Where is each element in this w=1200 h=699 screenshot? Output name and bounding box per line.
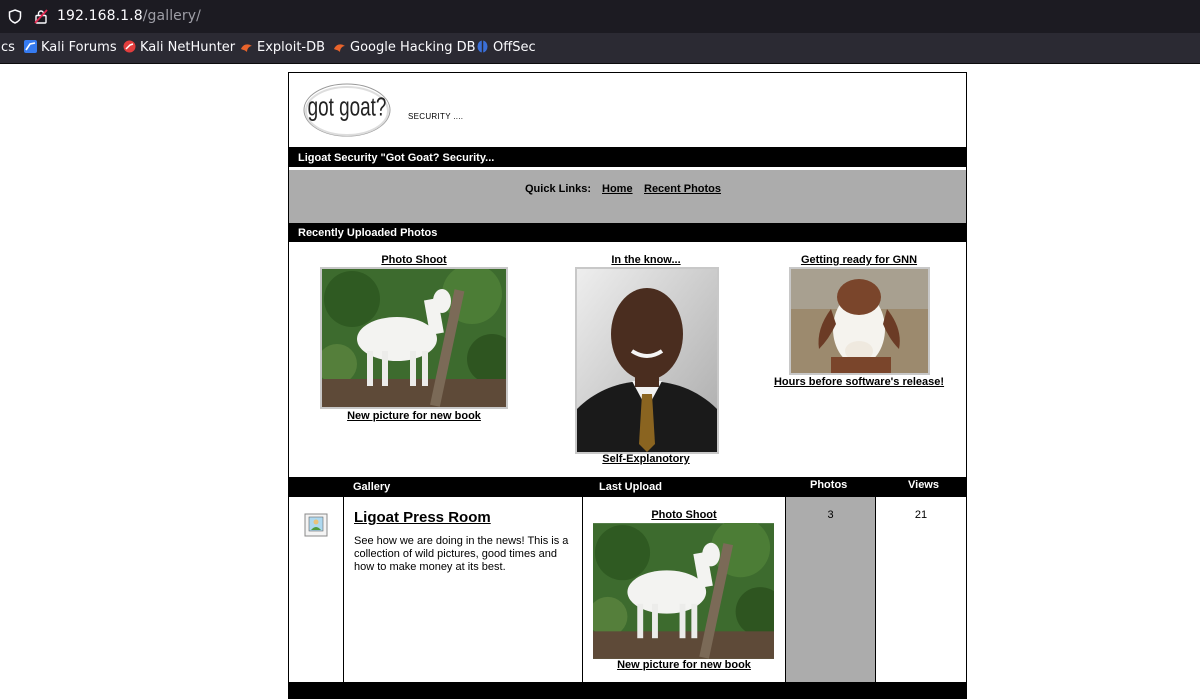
photos-column-header: Photos — [810, 479, 848, 491]
gallery-table-header: Gallery Last Upload Photos Views — [289, 477, 966, 497]
bookmark-exploit-db[interactable]: Exploit-DB — [240, 40, 325, 55]
quick-links-label: Quick Links: — [525, 183, 592, 195]
kali-nethunter-icon — [123, 40, 136, 53]
photos-count-cell: 3 — [786, 497, 876, 682]
home-link[interactable]: Home — [602, 183, 633, 195]
photo-title-link[interactable]: In the know... — [546, 254, 746, 266]
photo-caption-link[interactable]: Self-Explanotory — [546, 453, 746, 465]
last-upload-thumbnail[interactable] — [593, 523, 774, 659]
exploit-db-icon — [241, 44, 252, 52]
bookmark-kali-nethunter[interactable]: Kali NetHunter — [123, 40, 235, 55]
views-count-cell: 21 — [876, 497, 966, 682]
bookmark-kali-forums[interactable]: Kali Forums — [24, 40, 117, 55]
got-goat-logo[interactable]: got goat? — [303, 83, 391, 137]
last-upload-cell: Photo Shoot New picture for new book — [583, 497, 786, 682]
title-bar: Ligoat Security "Got Goat? Security... — [289, 149, 966, 167]
recent-uploads-heading-bar: Recently Uploaded Photos — [289, 224, 966, 242]
bookmark-label: OffSec — [493, 40, 536, 55]
views-count: 21 — [914, 509, 928, 521]
next-section-bar — [289, 685, 966, 699]
bookmarks-toolbar: cs Kali Forums Kali NetHunter Exploit-DB… — [0, 33, 1200, 64]
site-header: got goat? SECURITY .... — [289, 73, 966, 149]
browser-url-bar[interactable]: 192.168.1.8/gallery/ — [0, 0, 1200, 33]
url-text[interactable]: 192.168.1.8/gallery/ — [57, 8, 201, 24]
photo-thumbnail-goat-face[interactable] — [789, 267, 930, 375]
gallery-icon-cell — [289, 497, 344, 682]
quick-links-panel: Quick Links: Home Recent Photos — [289, 169, 966, 225]
bookmark-label: Exploit-DB — [257, 40, 326, 55]
shield-icon[interactable] — [8, 9, 22, 24]
kali-forums-icon — [24, 40, 37, 53]
photo-caption-link[interactable]: New picture for new book — [289, 410, 539, 422]
bookmark-label: Kali Forums — [41, 40, 117, 55]
gallery-info-cell: Ligoat Press Room See how we are doing i… — [344, 497, 583, 682]
views-column-header: Views — [908, 479, 939, 491]
last-upload-column-header: Last Upload — [599, 481, 662, 493]
bookmark-label: Google Hacking DB — [350, 40, 476, 55]
bookmark-label: cs — [1, 40, 15, 55]
photos-count: 3 — [827, 509, 834, 521]
photo-title-link[interactable]: Photo Shoot — [289, 254, 539, 266]
photo-thumbnail-portrait[interactable] — [575, 267, 719, 454]
offsec-icon — [477, 40, 488, 53]
site-tagline: SECURITY .... — [408, 112, 464, 121]
recent-uploads-heading: Recently Uploaded Photos — [298, 227, 438, 239]
bookmark-label: Kali NetHunter — [140, 40, 236, 55]
photo-thumbnail-goat[interactable] — [320, 267, 508, 409]
table-row: Ligoat Press Room See how we are doing i… — [289, 497, 966, 685]
last-upload-title-link[interactable]: Photo Shoot — [583, 509, 785, 521]
bookmark-partial[interactable]: cs — [1, 40, 15, 55]
recent-photos-link[interactable]: Recent Photos — [644, 183, 721, 195]
bookmark-offsec[interactable]: OffSec — [476, 40, 536, 55]
gallery-description: See how we are doing in the news! This i… — [354, 535, 569, 573]
photo-title-link[interactable]: Getting ready for GNN — [759, 254, 959, 266]
photo-caption-link[interactable]: Hours before software's release! — [759, 376, 959, 388]
last-upload-caption-link[interactable]: New picture for new book — [583, 659, 785, 671]
insecure-lock-icon[interactable] — [34, 9, 48, 24]
gallery-photo-icon[interactable] — [304, 513, 328, 537]
bookmark-google-hacking-db[interactable]: Google Hacking DB — [333, 40, 476, 55]
page-container: got goat? SECURITY .... Ligoat Security … — [288, 72, 967, 699]
logo-text: got goat? — [308, 92, 387, 122]
title-bar-text: Ligoat Security "Got Goat? Security... — [298, 152, 495, 164]
url-host: 192.168.1.8 — [57, 8, 143, 24]
gallery-column-header: Gallery — [353, 481, 391, 493]
url-path: /gallery/ — [142, 8, 201, 24]
google-hacking-db-icon — [334, 44, 345, 52]
gallery-title-link[interactable]: Ligoat Press Room — [354, 509, 491, 526]
